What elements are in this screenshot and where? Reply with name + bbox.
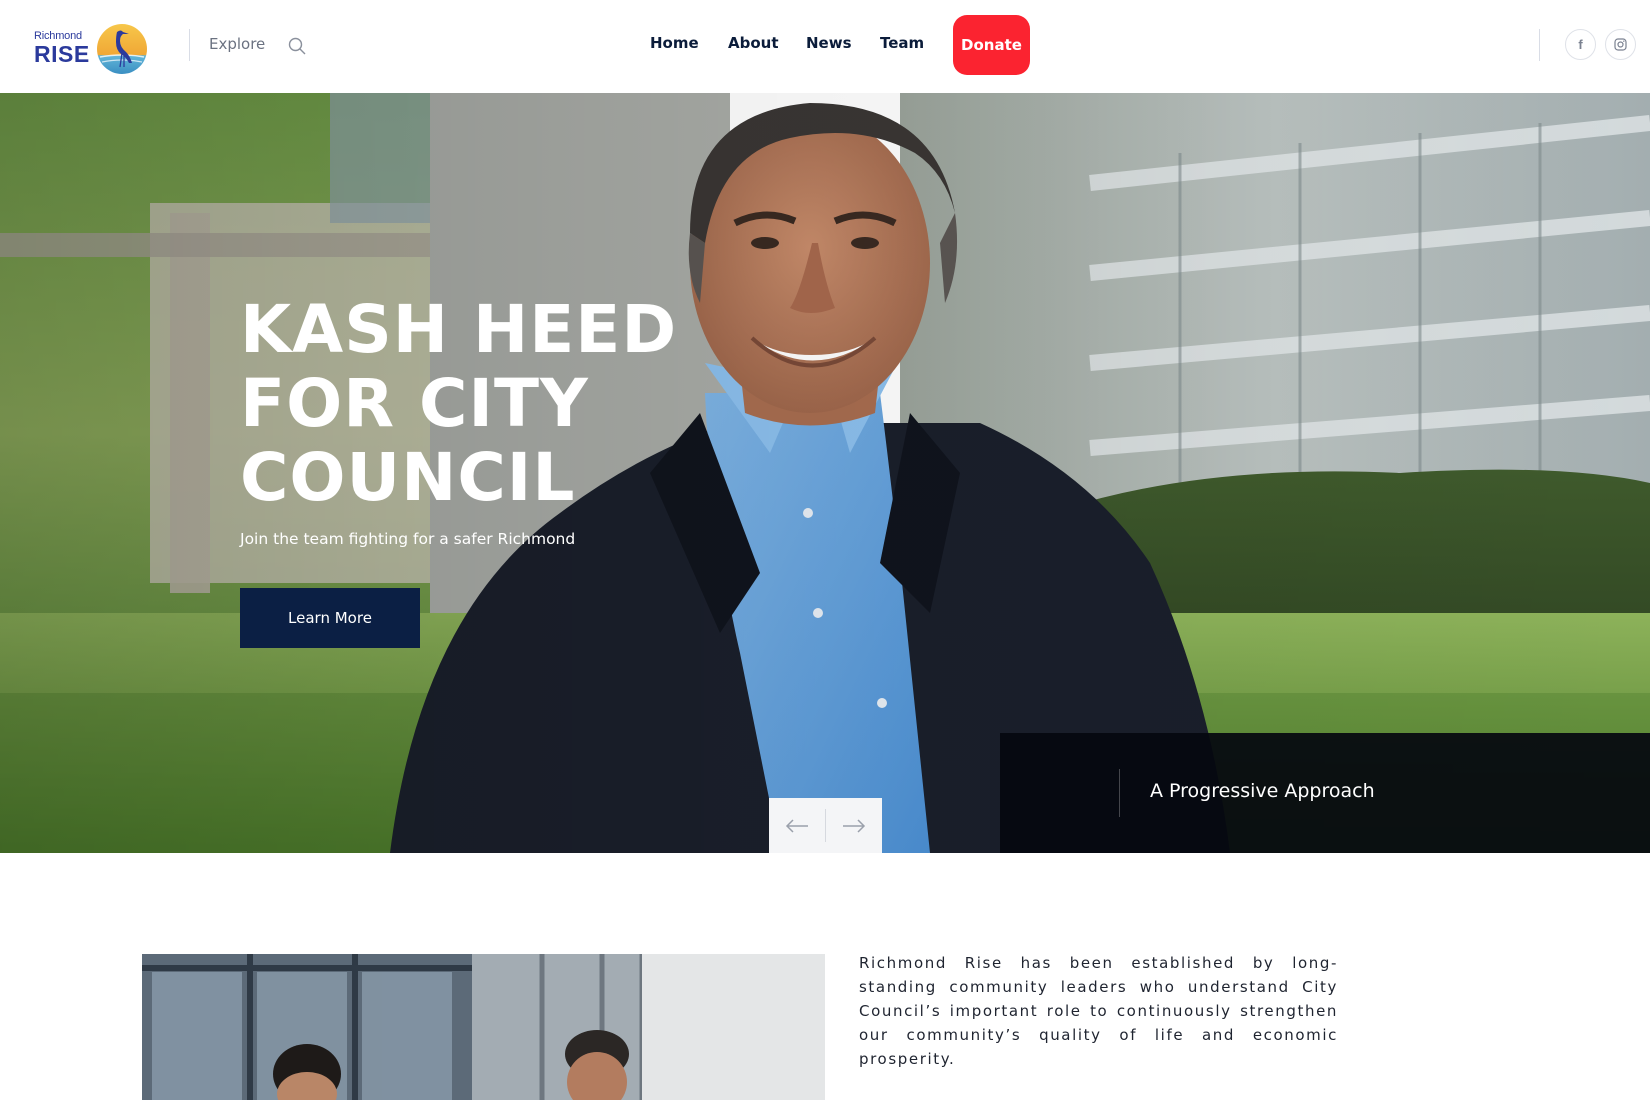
next-slide-button[interactable] bbox=[826, 798, 882, 853]
panel-divider bbox=[1119, 769, 1120, 817]
hero-title: KASH HEED FOR CITY COUNCIL bbox=[240, 293, 677, 515]
logo-line-rise: RISE bbox=[34, 41, 90, 67]
facebook-icon: f bbox=[1578, 37, 1583, 52]
hero-subtitle: Join the team fighting for a safer Richm… bbox=[240, 530, 576, 548]
instagram-button[interactable] bbox=[1605, 29, 1636, 60]
explore-label[interactable]: Explore bbox=[209, 35, 265, 53]
hero-title-line-3: COUNCIL bbox=[240, 439, 576, 516]
intro-paragraph: Richmond Rise has been established by lo… bbox=[859, 954, 1338, 1068]
arrow-right-icon bbox=[843, 818, 866, 833]
search-icon[interactable] bbox=[287, 36, 307, 56]
facebook-button[interactable]: f bbox=[1565, 29, 1596, 60]
arrow-left-icon bbox=[785, 818, 808, 833]
heron-sun-icon bbox=[97, 24, 147, 74]
donate-button[interactable]: Donate bbox=[953, 15, 1030, 75]
nav-news[interactable]: News bbox=[806, 34, 852, 52]
intro-photo-art bbox=[142, 954, 825, 1100]
nav-team[interactable]: Team bbox=[880, 34, 924, 52]
header-divider-right bbox=[1539, 29, 1540, 61]
learn-more-button[interactable]: Learn More bbox=[240, 588, 420, 648]
richmond-rise-logo[interactable]: Richmond RISE bbox=[34, 22, 154, 74]
next-slide-title[interactable]: A Progressive Approach bbox=[1150, 780, 1375, 802]
nav-about[interactable]: About bbox=[728, 34, 779, 52]
hero-title-line-2: FOR CITY bbox=[240, 365, 589, 442]
header-divider-left bbox=[189, 29, 190, 61]
instagram-icon bbox=[1614, 38, 1627, 51]
hero-title-line-1: KASH HEED bbox=[240, 291, 678, 368]
hero-slider: KASH HEED FOR CITY COUNCIL Join the team… bbox=[0, 93, 1650, 853]
logo-wordmark: Richmond RISE bbox=[34, 31, 90, 66]
slider-arrows bbox=[769, 798, 882, 853]
site-header: Richmond RISE Explore Home About News Te… bbox=[0, 0, 1650, 93]
intro-photo-handshake bbox=[142, 954, 825, 1100]
next-slide-panel: A Progressive Approach bbox=[1000, 733, 1650, 853]
prev-slide-button[interactable] bbox=[769, 798, 825, 853]
nav-home[interactable]: Home bbox=[650, 34, 699, 52]
